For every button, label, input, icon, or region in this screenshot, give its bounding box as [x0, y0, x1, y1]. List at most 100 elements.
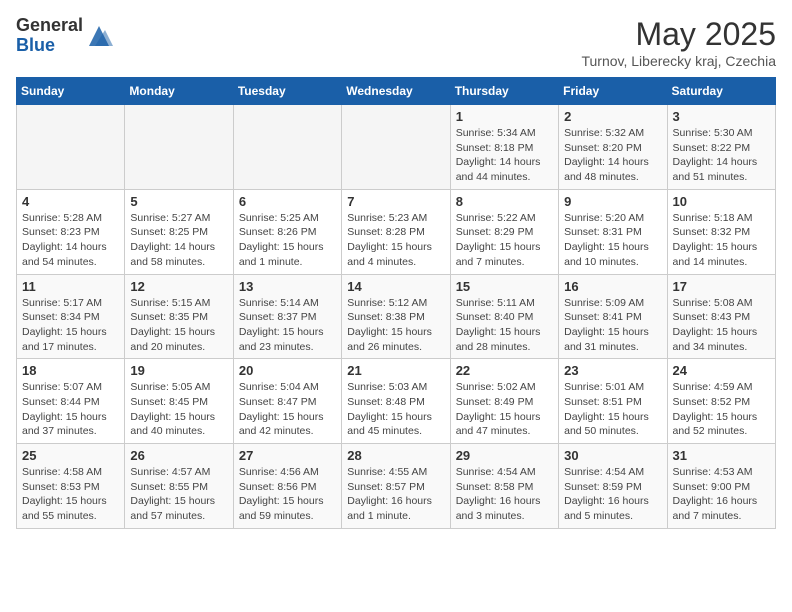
day-number: 25	[22, 448, 119, 463]
day-number: 8	[456, 194, 553, 209]
calendar-day-cell: 12 Sunrise: 5:15 AM Sunset: 8:35 PM Dayli…	[125, 274, 233, 359]
calendar-day-cell: 27Sunrise: 4:56 AM Sunset: 8:56 PM Dayli…	[233, 444, 341, 529]
calendar-day-cell: 30Sunrise: 4:54 AM Sunset: 8:59 PM Dayli…	[559, 444, 667, 529]
calendar-day-cell: 23 Sunrise: 5:01 AM Sunset: 8:51 PM Dayli…	[559, 359, 667, 444]
day-info: Sunrise: 4:58 AM Sunset: 8:53 PM Dayligh…	[22, 465, 119, 524]
day-info: Sunrise: 5:32 AM Sunset: 8:20 PM Dayligh…	[564, 126, 661, 185]
day-info: Sunrise: 5:04 AM Sunset: 8:47 PM Dayligh…	[239, 380, 336, 439]
calendar-day-cell: 1 Sunrise: 5:34 AM Sunset: 8:18 PM Daylig…	[450, 105, 558, 190]
calendar-day-cell: 22 Sunrise: 5:02 AM Sunset: 8:49 PM Dayli…	[450, 359, 558, 444]
page-header: General Blue May 2025 Turnov, Liberecky …	[16, 16, 776, 69]
day-info: Sunrise: 5:17 AM Sunset: 8:34 PM Dayligh…	[22, 296, 119, 355]
day-number: 24	[673, 363, 770, 378]
day-number: 2	[564, 109, 661, 124]
calendar-day-cell: 28 Sunrise: 4:55 AM Sunset: 8:57 PM Dayli…	[342, 444, 450, 529]
day-number: 30	[564, 448, 661, 463]
calendar-day-cell: 19Sunrise: 5:05 AM Sunset: 8:45 PM Dayli…	[125, 359, 233, 444]
calendar-day-cell: 21Sunrise: 5:03 AM Sunset: 8:48 PM Dayli…	[342, 359, 450, 444]
day-info: Sunrise: 4:55 AM Sunset: 8:57 PM Dayligh…	[347, 465, 444, 524]
calendar-day-cell: 20 Sunrise: 5:04 AM Sunset: 8:47 PM Dayli…	[233, 359, 341, 444]
day-info: Sunrise: 5:01 AM Sunset: 8:51 PM Dayligh…	[564, 380, 661, 439]
calendar-week-row: 1 Sunrise: 5:34 AM Sunset: 8:18 PM Daylig…	[17, 105, 776, 190]
month-year: May 2025	[581, 16, 776, 53]
day-number: 6	[239, 194, 336, 209]
day-info: Sunrise: 5:18 AM Sunset: 8:32 PM Dayligh…	[673, 211, 770, 270]
calendar-week-row: 25 Sunrise: 4:58 AM Sunset: 8:53 PM Dayli…	[17, 444, 776, 529]
calendar-day-cell	[125, 105, 233, 190]
day-number: 28	[347, 448, 444, 463]
calendar-day-cell: 6 Sunrise: 5:25 AM Sunset: 8:26 PM Daylig…	[233, 189, 341, 274]
logo-general: General	[16, 15, 83, 35]
calendar-day-cell: 16Sunrise: 5:09 AM Sunset: 8:41 PM Dayli…	[559, 274, 667, 359]
day-info: Sunrise: 5:05 AM Sunset: 8:45 PM Dayligh…	[130, 380, 227, 439]
day-number: 15	[456, 279, 553, 294]
title-block: May 2025 Turnov, Liberecky kraj, Czechia	[581, 16, 776, 69]
day-info: Sunrise: 5:27 AM Sunset: 8:25 PM Dayligh…	[130, 211, 227, 270]
day-number: 23	[564, 363, 661, 378]
calendar-day-cell: 18 Sunrise: 5:07 AM Sunset: 8:44 PM Dayli…	[17, 359, 125, 444]
day-info: Sunrise: 5:20 AM Sunset: 8:31 PM Dayligh…	[564, 211, 661, 270]
weekday-header: Thursday	[450, 78, 558, 105]
calendar-day-cell: 14 Sunrise: 5:12 AM Sunset: 8:38 PM Dayli…	[342, 274, 450, 359]
calendar-header-row: SundayMondayTuesdayWednesdayThursdayFrid…	[17, 78, 776, 105]
calendar-week-row: 18 Sunrise: 5:07 AM Sunset: 8:44 PM Dayli…	[17, 359, 776, 444]
day-number: 13	[239, 279, 336, 294]
day-number: 18	[22, 363, 119, 378]
day-number: 9	[564, 194, 661, 209]
calendar-day-cell: 25 Sunrise: 4:58 AM Sunset: 8:53 PM Dayli…	[17, 444, 125, 529]
day-number: 12	[130, 279, 227, 294]
day-info: Sunrise: 5:14 AM Sunset: 8:37 PM Dayligh…	[239, 296, 336, 355]
day-number: 17	[673, 279, 770, 294]
day-number: 11	[22, 279, 119, 294]
day-info: Sunrise: 4:54 AM Sunset: 8:58 PM Dayligh…	[456, 465, 553, 524]
logo: General Blue	[16, 16, 113, 56]
weekday-header: Monday	[125, 78, 233, 105]
day-info: Sunrise: 5:34 AM Sunset: 8:18 PM Dayligh…	[456, 126, 553, 185]
calendar-day-cell: 26 Sunrise: 4:57 AM Sunset: 8:55 PM Dayli…	[125, 444, 233, 529]
day-number: 3	[673, 109, 770, 124]
day-number: 10	[673, 194, 770, 209]
logo-blue: Blue	[16, 35, 55, 55]
calendar-day-cell: 10 Sunrise: 5:18 AM Sunset: 8:32 PM Dayli…	[667, 189, 775, 274]
weekday-header: Sunday	[17, 78, 125, 105]
calendar-day-cell: 17 Sunrise: 5:08 AM Sunset: 8:43 PM Dayli…	[667, 274, 775, 359]
day-info: Sunrise: 5:28 AM Sunset: 8:23 PM Dayligh…	[22, 211, 119, 270]
day-info: Sunrise: 5:30 AM Sunset: 8:22 PM Dayligh…	[673, 126, 770, 185]
day-number: 14	[347, 279, 444, 294]
calendar-day-cell: 13 Sunrise: 5:14 AM Sunset: 8:37 PM Dayli…	[233, 274, 341, 359]
day-number: 22	[456, 363, 553, 378]
calendar-day-cell: 5 Sunrise: 5:27 AM Sunset: 8:25 PM Daylig…	[125, 189, 233, 274]
day-info: Sunrise: 5:02 AM Sunset: 8:49 PM Dayligh…	[456, 380, 553, 439]
day-info: Sunrise: 5:25 AM Sunset: 8:26 PM Dayligh…	[239, 211, 336, 270]
day-info: Sunrise: 5:08 AM Sunset: 8:43 PM Dayligh…	[673, 296, 770, 355]
day-info: Sunrise: 5:07 AM Sunset: 8:44 PM Dayligh…	[22, 380, 119, 439]
day-number: 16	[564, 279, 661, 294]
calendar-day-cell: 8Sunrise: 5:22 AM Sunset: 8:29 PM Daylig…	[450, 189, 558, 274]
day-info: Sunrise: 5:11 AM Sunset: 8:40 PM Dayligh…	[456, 296, 553, 355]
calendar-day-cell	[17, 105, 125, 190]
calendar-day-cell: 11 Sunrise: 5:17 AM Sunset: 8:34 PM Dayli…	[17, 274, 125, 359]
calendar-week-row: 4 Sunrise: 5:28 AM Sunset: 8:23 PM Daylig…	[17, 189, 776, 274]
weekday-header: Wednesday	[342, 78, 450, 105]
day-info: Sunrise: 4:59 AM Sunset: 8:52 PM Dayligh…	[673, 380, 770, 439]
day-info: Sunrise: 4:57 AM Sunset: 8:55 PM Dayligh…	[130, 465, 227, 524]
day-info: Sunrise: 5:03 AM Sunset: 8:48 PM Dayligh…	[347, 380, 444, 439]
calendar-day-cell: 7Sunrise: 5:23 AM Sunset: 8:28 PM Daylig…	[342, 189, 450, 274]
weekday-header: Saturday	[667, 78, 775, 105]
day-number: 26	[130, 448, 227, 463]
calendar-table: SundayMondayTuesdayWednesdayThursdayFrid…	[16, 77, 776, 529]
day-info: Sunrise: 5:23 AM Sunset: 8:28 PM Dayligh…	[347, 211, 444, 270]
day-info: Sunrise: 5:15 AM Sunset: 8:35 PM Dayligh…	[130, 296, 227, 355]
day-number: 20	[239, 363, 336, 378]
calendar-day-cell: 31Sunrise: 4:53 AM Sunset: 9:00 PM Dayli…	[667, 444, 775, 529]
weekday-header: Friday	[559, 78, 667, 105]
day-number: 1	[456, 109, 553, 124]
day-number: 4	[22, 194, 119, 209]
calendar-day-cell: 3 Sunrise: 5:30 AM Sunset: 8:22 PM Daylig…	[667, 105, 775, 190]
day-info: Sunrise: 5:12 AM Sunset: 8:38 PM Dayligh…	[347, 296, 444, 355]
calendar-day-cell: 29 Sunrise: 4:54 AM Sunset: 8:58 PM Dayli…	[450, 444, 558, 529]
day-number: 29	[456, 448, 553, 463]
day-number: 5	[130, 194, 227, 209]
location: Turnov, Liberecky kraj, Czechia	[581, 53, 776, 69]
calendar-day-cell: 9 Sunrise: 5:20 AM Sunset: 8:31 PM Daylig…	[559, 189, 667, 274]
